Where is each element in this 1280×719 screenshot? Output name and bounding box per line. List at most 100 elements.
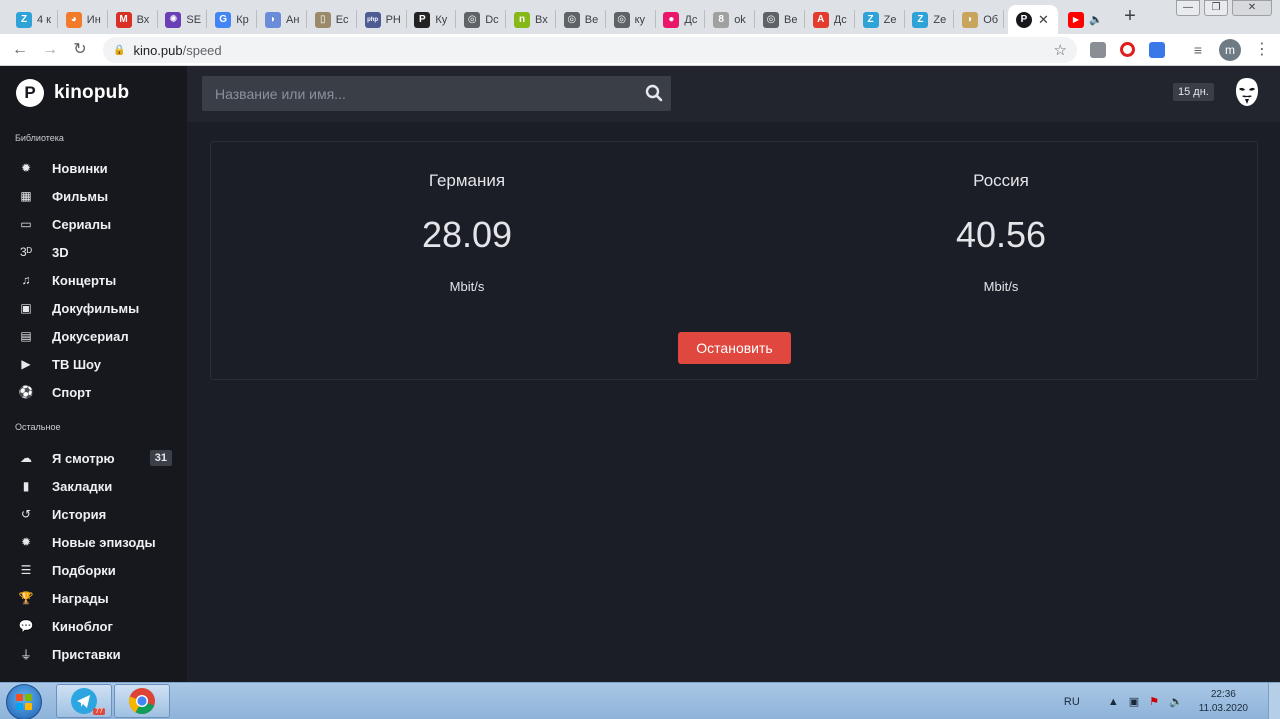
browser-tab[interactable]: n Вх — [506, 5, 554, 34]
doc-film-icon: ▣ — [20, 301, 32, 315]
sidebar-item-label: Спорт — [52, 384, 92, 400]
sidebar-item[interactable]: ▶ ТВ Шоу — [0, 350, 187, 378]
tab-favicon-icon: ◎ — [613, 11, 630, 28]
url-host: kino.pub — [133, 42, 183, 58]
sidebar-item[interactable]: ↺ История — [0, 500, 187, 528]
browser-tab[interactable]: ● Дс — [655, 5, 703, 34]
close-tab-icon[interactable]: ✕ — [1038, 12, 1049, 28]
stop-test-button[interactable]: Остановить — [678, 332, 791, 364]
tab-title: Об — [983, 13, 999, 26]
telegram-unread-badge: 77 — [93, 708, 105, 715]
browser-tab[interactable]: 8 ok — [705, 5, 753, 34]
sidebar-item[interactable]: ▮ Закладки — [0, 472, 187, 500]
clock[interactable]: 22:36 11.03.2020 — [1199, 688, 1248, 716]
sidebar-item-label: Докуфильмы — [52, 300, 140, 316]
server-speed-unit: Mbit/s — [449, 279, 485, 294]
sidebar-item[interactable]: ▤ Докусериал — [0, 322, 187, 350]
sidebar-item[interactable]: ♫ Концерты — [0, 266, 187, 294]
youtube-favicon-icon: ▶ — [1068, 11, 1084, 28]
forward-button[interactable]: → — [40, 40, 60, 60]
profile-avatar[interactable]: m — [1219, 39, 1241, 61]
sidebar-item[interactable]: ⏚ Приставки — [0, 640, 187, 668]
tab-title: PH — [385, 13, 401, 26]
tab-youtube[interactable]: ▶ 🔈 — [1060, 5, 1110, 34]
browser-tab[interactable]: P Ку — [406, 5, 454, 34]
sidebar-item[interactable]: ✹ Новинки — [0, 154, 187, 182]
browser-tab[interactable]: Z Ze — [855, 5, 903, 34]
tab-title: Вх — [535, 13, 548, 26]
address-bar[interactable]: 🔒 kino.pub/speed ☆ — [103, 37, 1077, 63]
speedtest-server-germany: Германия 28.09 Mbit/s — [367, 142, 567, 294]
sidebar-item[interactable]: ▭ Сериалы — [0, 210, 187, 238]
sidebar-item[interactable]: 🏆 Награды — [0, 584, 187, 612]
browser-tab[interactable]: ▯ Ес — [307, 5, 355, 34]
ball-icon: ⚽ — [18, 385, 34, 399]
sidebar-item-label: Награды — [52, 590, 109, 606]
start-button[interactable] — [6, 684, 42, 719]
reload-button[interactable]: ↻ — [70, 40, 90, 60]
language-indicator[interactable]: RU — [1064, 696, 1080, 708]
browser-toolbar: ← → ↻ 🔒 kino.pub/speed ☆ ≡ m ⋮ — [0, 34, 1280, 66]
sidebar-item-label: Подборки — [52, 562, 116, 578]
sidebar-item-count-badge: 31 — [149, 450, 172, 466]
browser-tab[interactable]: ◎ Ве — [556, 5, 604, 34]
bookmark-star-icon[interactable]: ☆ — [1054, 41, 1067, 59]
browser-tab[interactable]: ◎ ку — [606, 5, 654, 34]
sidebar-item[interactable]: 💬 Киноблог — [0, 612, 187, 640]
media-control-icon[interactable]: ≡ — [1190, 42, 1206, 58]
volume-icon[interactable]: 🔈 — [1169, 695, 1183, 708]
tray-expand-icon[interactable]: ▲ — [1108, 696, 1119, 708]
back-button[interactable]: ← — [10, 40, 30, 60]
new-tab-button[interactable]: + — [1120, 5, 1140, 27]
browser-tab[interactable]: ◗ Ан — [257, 5, 305, 34]
sidebar-item[interactable]: ☁ Я смотрю 31 — [0, 444, 187, 472]
plug-icon: ⏚ — [19, 647, 32, 662]
browser-tab[interactable]: G Кр — [207, 5, 255, 34]
sidebar-item-label: Новые эпизоды — [52, 534, 156, 550]
taskbar-telegram[interactable]: 77 — [56, 684, 112, 718]
action-center-icon[interactable]: ⚑ — [1149, 695, 1159, 708]
network-icon[interactable]: ▣ — [1129, 695, 1139, 708]
tab-kinopub-active[interactable]: P ✕ — [1008, 5, 1058, 34]
bookmark-icon: ▮ — [22, 479, 30, 493]
site-logo[interactable]: P kinopub — [16, 79, 129, 107]
tab-title: Ве — [584, 13, 599, 26]
browser-tab[interactable]: ◕ Ин — [58, 5, 106, 34]
browser-tab[interactable]: ✺ SE — [157, 5, 205, 34]
server-speed-value: 40.56 — [955, 214, 1047, 255]
browser-tab[interactable]: Z 4 к — [8, 5, 56, 34]
opera-vpn-icon[interactable] — [1120, 42, 1135, 57]
sidebar-item[interactable]: ▣ Докуфильмы — [0, 294, 187, 322]
sidebar-item[interactable]: 3ᴰ 3D — [0, 238, 187, 266]
browser-tab[interactable]: M Вх — [108, 5, 156, 34]
restore-button[interactable]: ❐ — [1204, 0, 1228, 16]
show-desktop-button[interactable] — [1268, 683, 1280, 719]
browser-tab[interactable]: ◎ Dc — [456, 5, 504, 34]
section-other-heading: Остальное — [15, 422, 61, 432]
sidebar-item-label: Концерты — [52, 272, 117, 288]
sidebar-item[interactable]: ☰ Подборки — [0, 556, 187, 584]
tab-favicon-icon: Z — [862, 11, 879, 28]
sidebar-item[interactable]: ⚽ Спорт — [0, 378, 187, 406]
close-window-button[interactable]: ✕ — [1232, 0, 1272, 16]
sidebar-item[interactable]: ▦ Фильмы — [0, 182, 187, 210]
tab-title: Вх — [136, 13, 150, 26]
search-input[interactable] — [202, 76, 671, 111]
browser-tab[interactable]: ◎ Ве — [755, 5, 803, 34]
browser-tab[interactable]: php PH — [357, 5, 405, 34]
site-header: 15 дн. — [187, 66, 1280, 122]
translate-icon[interactable] — [1149, 42, 1165, 58]
search-icon[interactable] — [645, 84, 663, 102]
minimize-button[interactable]: — — [1176, 0, 1200, 16]
taskbar-chrome[interactable] — [114, 684, 170, 718]
browser-tab[interactable]: A Дс — [805, 5, 853, 34]
browser-tab[interactable]: ◗ Об — [954, 5, 1002, 34]
user-avatar-icon[interactable] — [1233, 77, 1261, 107]
browser-tab[interactable]: Z Ze — [904, 5, 952, 34]
sidebar-item-label: История — [52, 506, 107, 522]
url-text: kino.pub/speed — [133, 43, 221, 58]
browser-menu-icon[interactable]: ⋮ — [1254, 40, 1270, 60]
extension-profile-icon[interactable] — [1090, 42, 1106, 58]
subscription-days-badge[interactable]: 15 дн. — [1173, 83, 1214, 101]
sidebar-item[interactable]: ✹ Новые эпизоды — [0, 528, 187, 556]
